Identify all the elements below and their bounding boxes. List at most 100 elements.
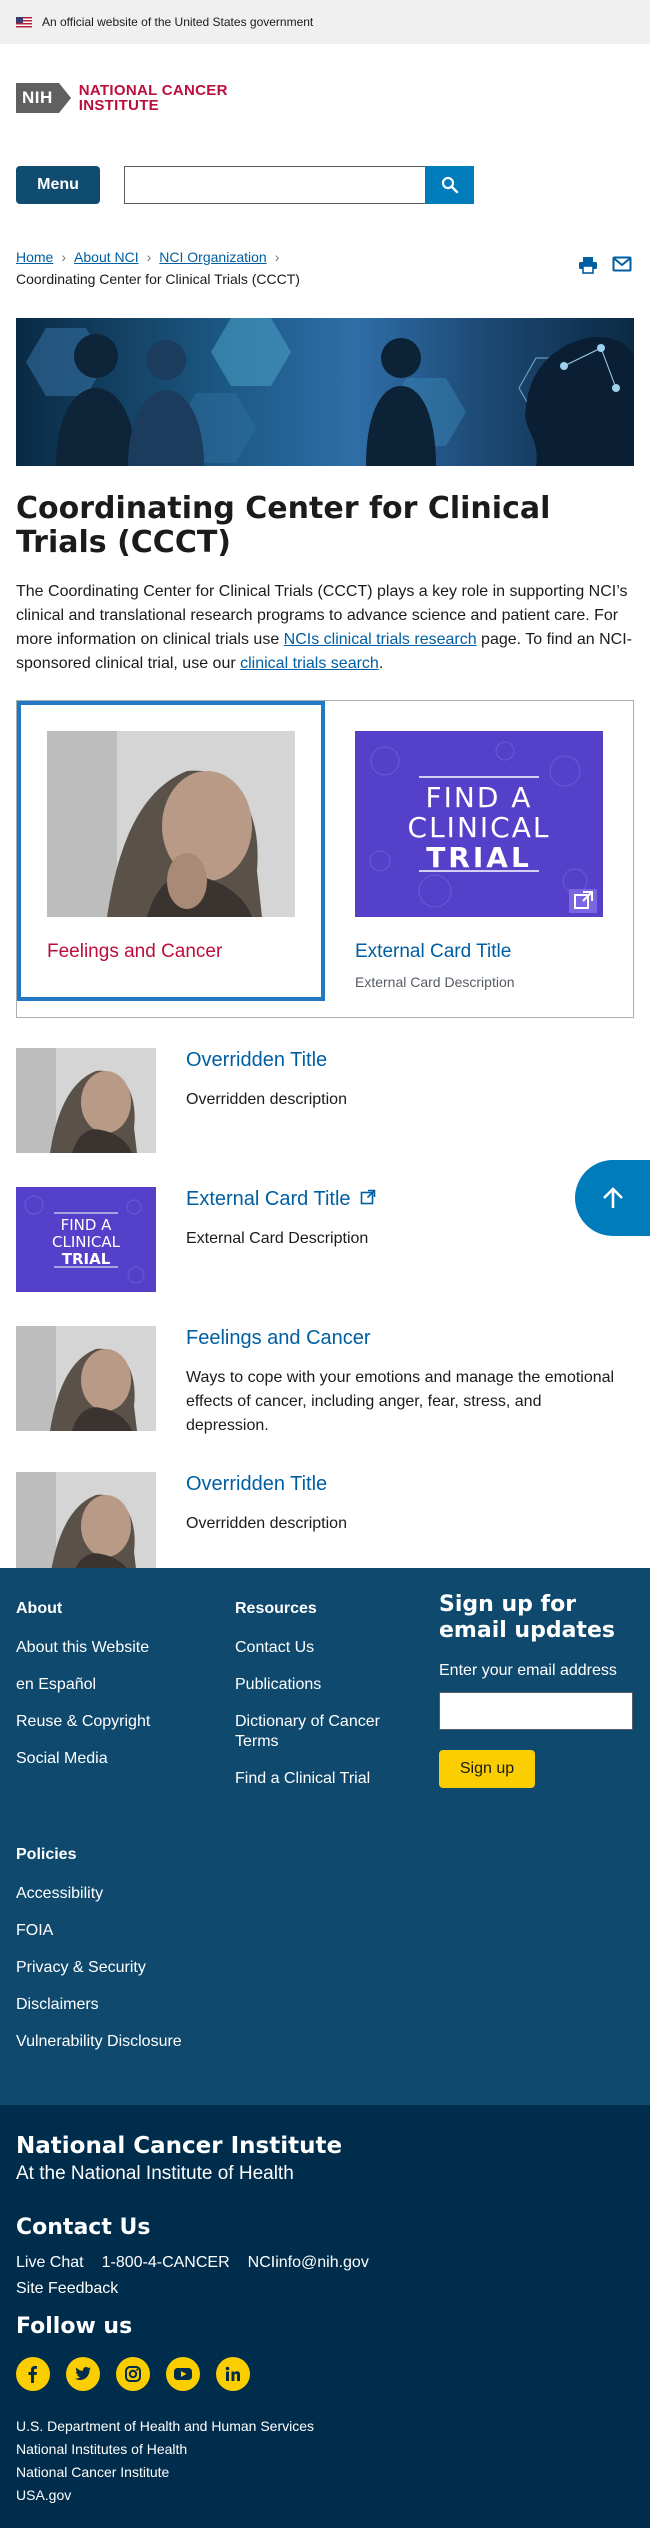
search-icon: [441, 176, 459, 194]
nci-logo[interactable]: NIH NATIONAL CANCER INSTITUTE: [16, 80, 634, 116]
card-image-text-line1: FIND A: [426, 781, 533, 814]
footer-resources-column: Resources Contact Us Publications Dictio…: [235, 1600, 405, 1806]
footer-link[interactable]: Privacy & Security: [16, 1958, 182, 1978]
follow-us-title: Follow us: [16, 2314, 133, 2339]
phone-link[interactable]: 1-800-4-CANCER: [102, 2254, 230, 2272]
list-item-description: External Card Description: [186, 1230, 369, 1247]
footer-link[interactable]: en Español: [16, 1675, 150, 1695]
list-image-text-line3: TRIAL: [62, 1250, 111, 1268]
twitter-icon[interactable]: [66, 2357, 100, 2391]
breadcrumb-current: Coordinating Center for Clinical Trials …: [16, 271, 300, 287]
search-row: Menu: [16, 166, 634, 204]
list-item-body: External Card Title External Card Descri…: [186, 1187, 624, 1292]
list-image-woman: [16, 1048, 156, 1153]
footer-link[interactable]: Social Media: [16, 1749, 150, 1769]
list-item-title-text: External Card Title: [186, 1188, 351, 1210]
clinical-trials-search-link[interactable]: clinical trials search: [240, 655, 379, 672]
list-item-body: Overridden Title Overridden description: [186, 1048, 624, 1153]
card-image-woman: [47, 731, 295, 917]
chevron-right-icon: ›: [61, 249, 67, 265]
us-flag-icon: [16, 16, 32, 28]
card-description: External Card Description: [355, 974, 515, 990]
list-image-text-line1: FIND A: [61, 1216, 113, 1234]
list-item-title[interactable]: Overridden Title: [186, 1472, 624, 1496]
contact-row: Live Chat 1-800-4-CANCER NCIinfo@nih.gov: [16, 2254, 634, 2272]
signup-label: Enter your email address: [439, 1662, 617, 1679]
social-links: [16, 2357, 634, 2391]
signup-button[interactable]: Sign up: [439, 1750, 535, 1788]
list-item-body: Feelings and Cancer Ways to cope with yo…: [186, 1326, 624, 1438]
gov-link[interactable]: U.S. Department of Health and Human Serv…: [16, 2415, 634, 2438]
breadcrumb-about-nci[interactable]: About NCI: [74, 249, 139, 265]
footer-policies-column: Policies Accessibility FOIA Privacy & Se…: [16, 1846, 182, 2069]
intro-end-text: .: [378, 655, 384, 672]
footer-link[interactable]: FOIA: [16, 1921, 182, 1941]
list-item-description: Overridden description: [186, 1515, 347, 1532]
search-input[interactable]: [124, 166, 426, 204]
footer-link[interactable]: Find a Clinical Trial: [235, 1769, 405, 1789]
gov-banner: An official website of the United States…: [0, 0, 650, 44]
site-header: NIH NATIONAL CANCER INSTITUTE Menu: [0, 44, 650, 204]
list-item-title[interactable]: External Card Title: [186, 1187, 624, 1211]
nci-logo-line1: NATIONAL CANCER: [78, 82, 228, 99]
linkedin-icon[interactable]: [216, 2357, 250, 2391]
footer-policies-heading: Policies: [16, 1846, 77, 1863]
arrow-up-icon: [603, 1187, 623, 1208]
hero-banner-image: [16, 318, 634, 466]
list-item[interactable]: Feelings and Cancer Ways to cope with yo…: [16, 1326, 634, 1438]
menu-button[interactable]: Menu: [16, 166, 100, 204]
nci-logo-line2: INSTITUTE: [78, 97, 159, 114]
list-item-title[interactable]: Feelings and Cancer: [186, 1326, 624, 1350]
footer-link[interactable]: Publications: [235, 1675, 405, 1695]
footer-org-subtitle: At the National Institute of Health: [16, 2163, 294, 2184]
footer-links-section: About About this Website en Español Reus…: [0, 1568, 650, 2105]
footer-link[interactable]: Contact Us: [235, 1638, 405, 1658]
footer-about-heading: About: [16, 1600, 63, 1617]
breadcrumb-row: Home › About NCI › NCI Organization › Coordin…: [0, 246, 650, 290]
live-chat-link[interactable]: Live Chat: [16, 2254, 84, 2272]
nci-logo-text: NATIONAL CANCER INSTITUTE: [79, 83, 228, 113]
print-icon[interactable]: [578, 256, 598, 274]
footer-link[interactable]: Dictionary of Cancer Terms: [235, 1712, 405, 1752]
list-item[interactable]: Overridden Title Overridden description: [16, 1472, 634, 1577]
intro-paragraph: The Coordinating Center for Clinical Tri…: [16, 580, 634, 676]
hero-illustration: [26, 318, 634, 466]
list-item-title[interactable]: Overridden Title: [186, 1048, 624, 1072]
list-item[interactable]: FIND A CLINICAL TRIAL External Card Titl…: [16, 1187, 634, 1292]
page-tools: [578, 256, 632, 274]
footer-link[interactable]: Vulnerability Disclosure: [16, 2032, 182, 2052]
footer-link[interactable]: About this Website: [16, 1638, 150, 1658]
search-button[interactable]: [426, 166, 474, 204]
card-image-text-line3: TRIAL: [426, 841, 532, 874]
facebook-icon[interactable]: [16, 2357, 50, 2391]
list-item-description: Ways to cope with your emotions and mana…: [186, 1369, 615, 1434]
footer-link[interactable]: Accessibility: [16, 1884, 182, 1904]
list-image-text-line2: CLINICAL: [52, 1233, 121, 1251]
footer-link[interactable]: Reuse & Copyright: [16, 1712, 150, 1732]
footer-signup: Sign up for email updates Enter your ema…: [439, 1592, 639, 1788]
feature-card-external[interactable]: FIND A CLINICAL TRIAL External Card Titl…: [325, 701, 633, 1017]
chevron-right-icon: ›: [274, 249, 280, 265]
footer-about-column: About About this Website en Español Reus…: [16, 1600, 150, 1786]
site-feedback-link[interactable]: Site Feedback: [16, 2280, 634, 2298]
clinical-trials-research-link[interactable]: NCIs clinical trials research: [284, 631, 477, 648]
gov-link[interactable]: National Cancer Institute: [16, 2461, 634, 2484]
signup-title: Sign up for email updates: [439, 1592, 615, 1643]
list-image-woman: [16, 1326, 156, 1431]
back-to-top-button[interactable]: [575, 1160, 650, 1236]
email-field[interactable]: [439, 1692, 633, 1730]
youtube-icon[interactable]: [166, 2357, 200, 2391]
list-item[interactable]: Overridden Title Overridden description: [16, 1048, 634, 1153]
breadcrumb-nci-organization[interactable]: NCI Organization: [159, 249, 266, 265]
breadcrumb-home[interactable]: Home: [16, 249, 53, 265]
feature-card-feelings[interactable]: Feelings and Cancer: [17, 701, 325, 1001]
gov-link[interactable]: USA.gov: [16, 2484, 634, 2507]
footer-org-name: National Cancer Institute: [16, 2133, 343, 2159]
contact-title: Contact Us: [16, 2215, 151, 2240]
email-icon[interactable]: [612, 256, 632, 272]
footer-link[interactable]: Disclaimers: [16, 1995, 182, 2015]
nih-logo-box: NIH: [16, 83, 59, 113]
email-link[interactable]: NCIinfo@nih.gov: [248, 2254, 369, 2272]
instagram-icon[interactable]: [116, 2357, 150, 2391]
gov-link[interactable]: National Institutes of Health: [16, 2438, 634, 2461]
